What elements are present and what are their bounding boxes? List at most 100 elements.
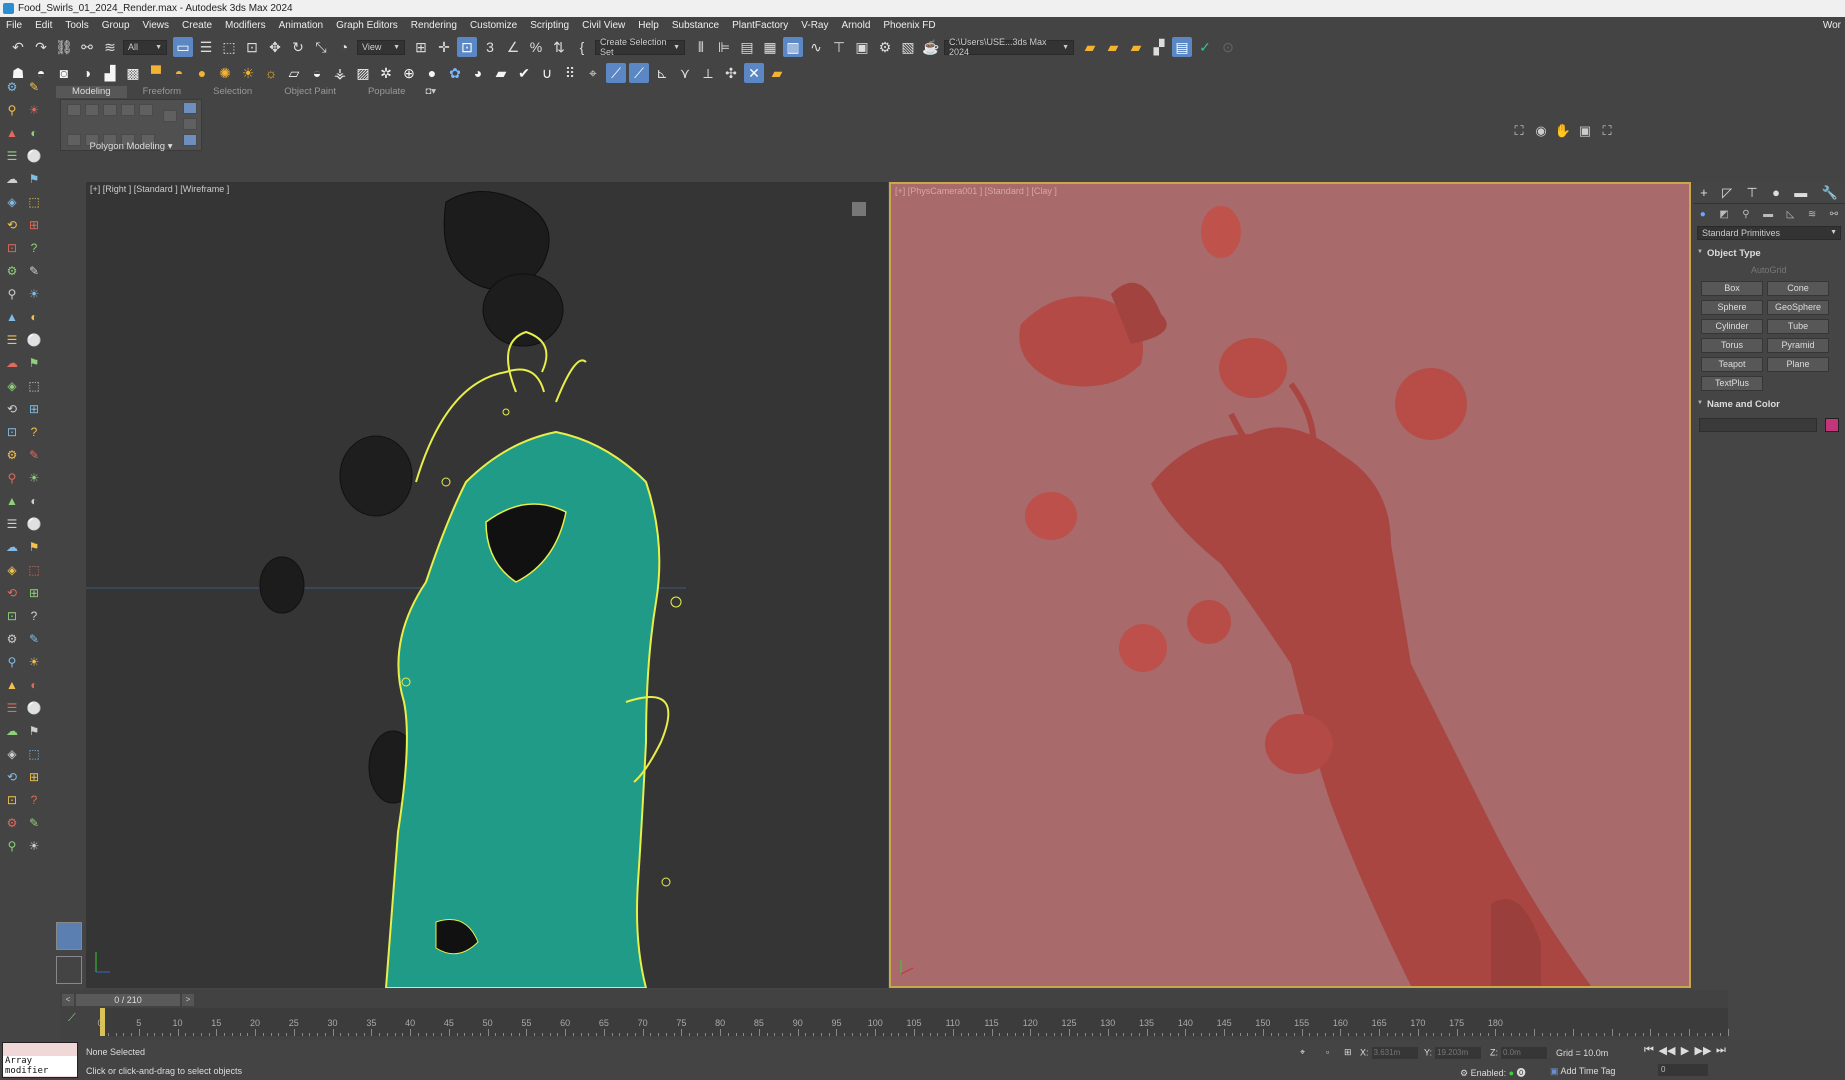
toolbar-tool-icon[interactable]: ⟲ xyxy=(4,770,20,784)
edit-named-selection-icon[interactable]: { xyxy=(572,37,592,57)
toolbar-tool-icon[interactable]: ☁ xyxy=(4,724,20,738)
move-icon[interactable]: ✥ xyxy=(265,37,285,57)
orbit-icon[interactable]: ◉ xyxy=(1530,122,1552,140)
vray-mesh-clipper-icon[interactable]: ⚶ xyxy=(330,63,350,83)
layout-two-viewports-icon[interactable] xyxy=(56,922,82,950)
grid-snap-icon[interactable]: ⠿ xyxy=(560,63,580,83)
sun-icon[interactable]: ☀ xyxy=(238,63,258,83)
menu-substance[interactable]: Substance xyxy=(672,20,719,31)
absolute-mode-icon[interactable]: ⊞ xyxy=(1344,1047,1352,1058)
toolbar-tool-icon[interactable]: ⬚ xyxy=(26,195,42,209)
menu-group[interactable]: Group xyxy=(102,20,130,31)
snap-tangent-icon[interactable]: ✣ xyxy=(721,63,741,83)
percent-snap-icon[interactable]: % xyxy=(526,37,546,57)
toolbar-tool-icon[interactable]: ☀ xyxy=(26,471,42,485)
toolbar-tool-icon[interactable]: ☁ xyxy=(4,172,20,186)
snap-bbox-icon[interactable]: ⋎ xyxy=(675,63,695,83)
snap-edge-icon[interactable]: ⟋ xyxy=(606,63,626,83)
chaos-cosmos-icon[interactable]: ◕ xyxy=(468,63,488,83)
display-tab-icon[interactable]: ▬ xyxy=(1794,185,1807,200)
toolbar-tool-icon[interactable]: ⊞ xyxy=(26,586,42,600)
next-frame-icon[interactable]: > xyxy=(182,994,194,1006)
layer-explorer-icon[interactable]: ▦ xyxy=(760,37,780,57)
redo-icon[interactable]: ↷ xyxy=(31,37,51,57)
spinner-snap-icon[interactable]: ⇅ xyxy=(549,37,569,57)
curve-editor-icon[interactable]: ∿ xyxy=(806,37,826,57)
toolbar-tool-icon[interactable]: ? xyxy=(26,793,42,807)
snap-vertex-icon[interactable]: ⌖ xyxy=(583,63,603,83)
power-icon[interactable]: ⓿ xyxy=(1517,1068,1526,1078)
toolbar-tool-icon[interactable]: ⊞ xyxy=(26,770,42,784)
isolate-icon[interactable]: ⌖ xyxy=(1300,1047,1305,1058)
selection-filter-dropdown[interactable]: All ▼ xyxy=(123,39,167,55)
ribbon-edit-polygon-icon[interactable] xyxy=(121,104,135,116)
tab-selection[interactable]: Selection xyxy=(197,86,268,98)
vray-asset-icon[interactable]: ▩ xyxy=(123,63,143,83)
select-object-icon[interactable]: ▭ xyxy=(173,37,193,57)
y-coordinate-field[interactable]: 19.203m xyxy=(1435,1047,1482,1059)
x-coordinate-field[interactable]: 3.631m xyxy=(1371,1047,1418,1059)
toolbar-tool-icon[interactable]: ⊞ xyxy=(26,402,42,416)
vray-fur-icon[interactable]: ◒ xyxy=(307,63,327,83)
add-time-tag[interactable]: ▣ Add Time Tag xyxy=(1550,1066,1615,1077)
toolbar-tool-icon[interactable]: ☰ xyxy=(4,701,20,715)
vray-light-icon[interactable]: ▀ xyxy=(146,63,166,83)
save-folder-icon[interactable]: ▰ xyxy=(1126,37,1146,57)
viewport-label-right[interactable]: [+] [PhysCamera001 ] [Standard ] [Clay ] xyxy=(895,186,1057,196)
primitive-category-dropdown[interactable]: Standard Primitives ▼ xyxy=(1697,226,1841,240)
menu-plantfactory[interactable]: PlantFactory xyxy=(732,20,788,31)
menu-rendering[interactable]: Rendering xyxy=(411,20,457,31)
toolbar-tool-icon[interactable]: ⚙ xyxy=(4,816,20,830)
tab-populate[interactable]: Populate xyxy=(352,86,422,98)
hierarchy-tab-icon[interactable]: ⊤ xyxy=(1746,185,1757,201)
toolbar-tool-icon[interactable]: ◐ xyxy=(26,126,42,140)
vray-proxy-icon[interactable]: ▱ xyxy=(284,63,304,83)
ribbon-edit-border-icon[interactable] xyxy=(103,104,117,116)
undo-icon[interactable]: ↶ xyxy=(8,37,28,57)
snaps-toggle-icon[interactable]: 3 xyxy=(480,37,500,57)
menu-customize[interactable]: Customize xyxy=(470,20,517,31)
torus-button[interactable]: Torus xyxy=(1701,338,1763,353)
helpers-icon[interactable]: ◺ xyxy=(1787,209,1795,220)
box-button[interactable]: Box xyxy=(1701,281,1763,296)
toolbar-tool-icon[interactable]: ⚲ xyxy=(4,839,20,853)
toolbar-tool-icon[interactable]: ? xyxy=(26,241,42,255)
schematic-view-icon[interactable]: ⊤ xyxy=(829,37,849,57)
toolbar-tool-icon[interactable]: ⚑ xyxy=(26,724,42,738)
snap-face-icon[interactable]: ⟋ xyxy=(629,63,649,83)
modify-tab-icon[interactable]: ◸ xyxy=(1722,185,1732,201)
toolbar-tool-icon[interactable]: ☁ xyxy=(4,540,20,554)
align-icon[interactable]: ⊫ xyxy=(714,37,734,57)
rotate-icon[interactable]: ↻ xyxy=(288,37,308,57)
space-warps-icon[interactable]: ≋ xyxy=(1808,209,1816,220)
ribbon-collapse-stack-icon[interactable] xyxy=(183,102,197,114)
menu-civil-view[interactable]: Civil View xyxy=(582,20,625,31)
help-circle-icon[interactable]: ⊙ xyxy=(1218,37,1238,57)
z-coordinate-field[interactable]: 0.0m xyxy=(1501,1047,1547,1059)
menu-vray[interactable]: V-Ray xyxy=(801,20,828,31)
viewport-camera-clay[interactable]: [+] [PhysCamera001 ] [Standard ] [Clay ] xyxy=(889,182,1691,988)
rendered-frame-window-icon[interactable]: ▧ xyxy=(898,37,918,57)
zoom-extents-icon[interactable]: ⛶ xyxy=(1508,122,1530,140)
toolbar-tool-icon[interactable]: ⚑ xyxy=(26,356,42,370)
toolbar-tool-icon[interactable]: ☀ xyxy=(26,655,42,669)
material-sphere-icon[interactable]: ● xyxy=(422,63,442,83)
name-and-color-rollout[interactable]: Name and Color xyxy=(1697,399,1841,410)
vray-scatter-icon[interactable]: ✲ xyxy=(376,63,396,83)
toolbar-tool-icon[interactable]: ☀ xyxy=(26,287,42,301)
toolbar-tool-icon[interactable]: ⊡ xyxy=(4,425,20,439)
toolbar-tool-icon[interactable]: ☀ xyxy=(26,103,42,117)
named-selection-dropdown[interactable]: Create Selection Set ▼ xyxy=(595,37,685,57)
toolbar-tool-icon[interactable]: ☰ xyxy=(4,149,20,163)
tab-modeling[interactable]: Modeling xyxy=(56,86,127,98)
object-color-swatch[interactable] xyxy=(1825,418,1839,432)
menu-file[interactable]: File xyxy=(6,20,22,31)
sphere-light-icon[interactable]: ● xyxy=(192,63,212,83)
shapes-icon[interactable]: ◩ xyxy=(1719,209,1728,220)
toolbar-tool-icon[interactable]: ? xyxy=(26,609,42,623)
place-icon[interactable]: ◔ xyxy=(334,37,354,57)
toolbar-tool-icon[interactable]: ⚲ xyxy=(4,287,20,301)
select-manipulate-icon[interactable]: ✛ xyxy=(434,37,454,57)
toolbar-tool-icon[interactable]: ☀ xyxy=(26,839,42,853)
menu-edit[interactable]: Edit xyxy=(35,20,52,31)
